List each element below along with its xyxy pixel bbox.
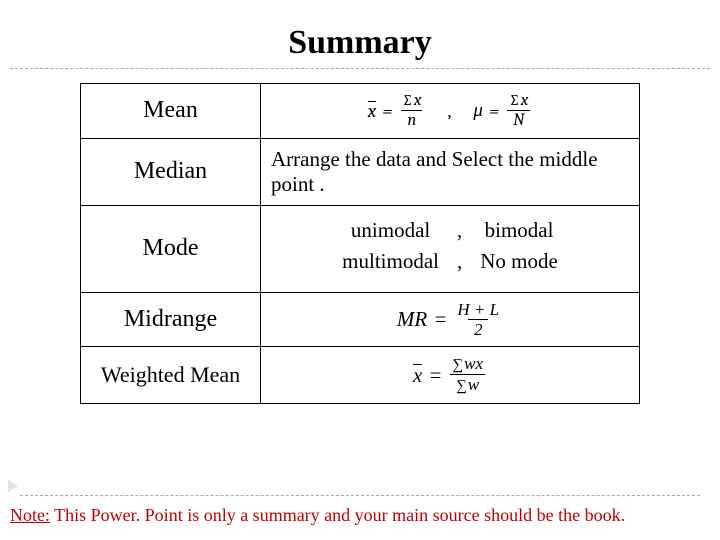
midrange-formula: MR = H + L 2: [397, 301, 503, 339]
frac-mr: H + L 2: [453, 301, 503, 339]
row-median: Median Arrange the data and Select the m…: [81, 138, 640, 205]
mode-item: bimodal: [480, 218, 558, 243]
label-mode: Mode: [81, 205, 261, 292]
frac-1: x n: [398, 92, 425, 130]
sigma-icon: [452, 354, 464, 373]
label-median: Median: [81, 138, 261, 205]
cell-median: Arrange the data and Select the middle p…: [261, 138, 640, 205]
row-midrange: Midrange MR = H + L 2: [81, 292, 640, 347]
comma-sep: ,: [444, 100, 456, 122]
cell-midrange: MR = H + L 2: [261, 292, 640, 347]
row-mode: Mode unimodal , bimodal multimodal , No …: [81, 205, 640, 292]
mean-formula-row: x = x n , μ = x N: [271, 92, 629, 130]
xbar: x: [413, 363, 422, 388]
mr-var: MR: [397, 307, 427, 332]
page-title: Summary: [0, 0, 720, 68]
label-mean: Mean: [81, 84, 261, 139]
label-weighted-mean: Weighted Mean: [81, 347, 261, 404]
eq-sign: =: [382, 100, 392, 122]
row-mean: Mean x = x n , μ = x N: [81, 84, 640, 139]
mean-formula-1: x = x n: [368, 92, 426, 130]
comma: ,: [457, 218, 462, 243]
row-weighted-mean: Weighted Mean x = wx w: [81, 347, 640, 404]
mode-item: multimodal: [342, 249, 439, 274]
comma: ,: [457, 249, 462, 274]
sigma-icon: [402, 91, 414, 110]
mode-item: No mode: [480, 249, 558, 274]
sigma-icon: [456, 375, 468, 394]
cell-weighted-mean: x = wx w: [261, 347, 640, 404]
label-midrange: Midrange: [81, 292, 261, 347]
mode-grid: unimodal , bimodal multimodal , No mode: [271, 214, 629, 284]
frac-2: x N: [505, 92, 532, 130]
cell-mode: unimodal , bimodal multimodal , No mode: [261, 205, 640, 292]
mode-item: unimodal: [342, 218, 439, 243]
divider-top: [10, 68, 710, 69]
xbar: x: [368, 100, 376, 122]
mu: μ: [473, 99, 483, 122]
nav-triangle-icon: [8, 480, 18, 492]
summary-table: Mean x = x n , μ = x N: [80, 83, 640, 404]
note-prefix: Note:: [10, 505, 50, 525]
frac-wm: wx w: [448, 355, 487, 395]
sigma-icon: [509, 91, 521, 110]
cell-mean: x = x n , μ = x N: [261, 84, 640, 139]
eq-sign: =: [428, 363, 442, 388]
weighted-mean-formula: x = wx w: [413, 355, 487, 395]
divider-bottom: [20, 495, 700, 496]
footer-note: Note: This Power. Point is only a summar…: [10, 505, 710, 526]
eq-sign: =: [433, 307, 447, 332]
eq-sign: =: [489, 100, 499, 122]
note-text: This Power. Point is only a summary and …: [50, 505, 625, 525]
mean-formula-2: μ = x N: [473, 92, 532, 130]
